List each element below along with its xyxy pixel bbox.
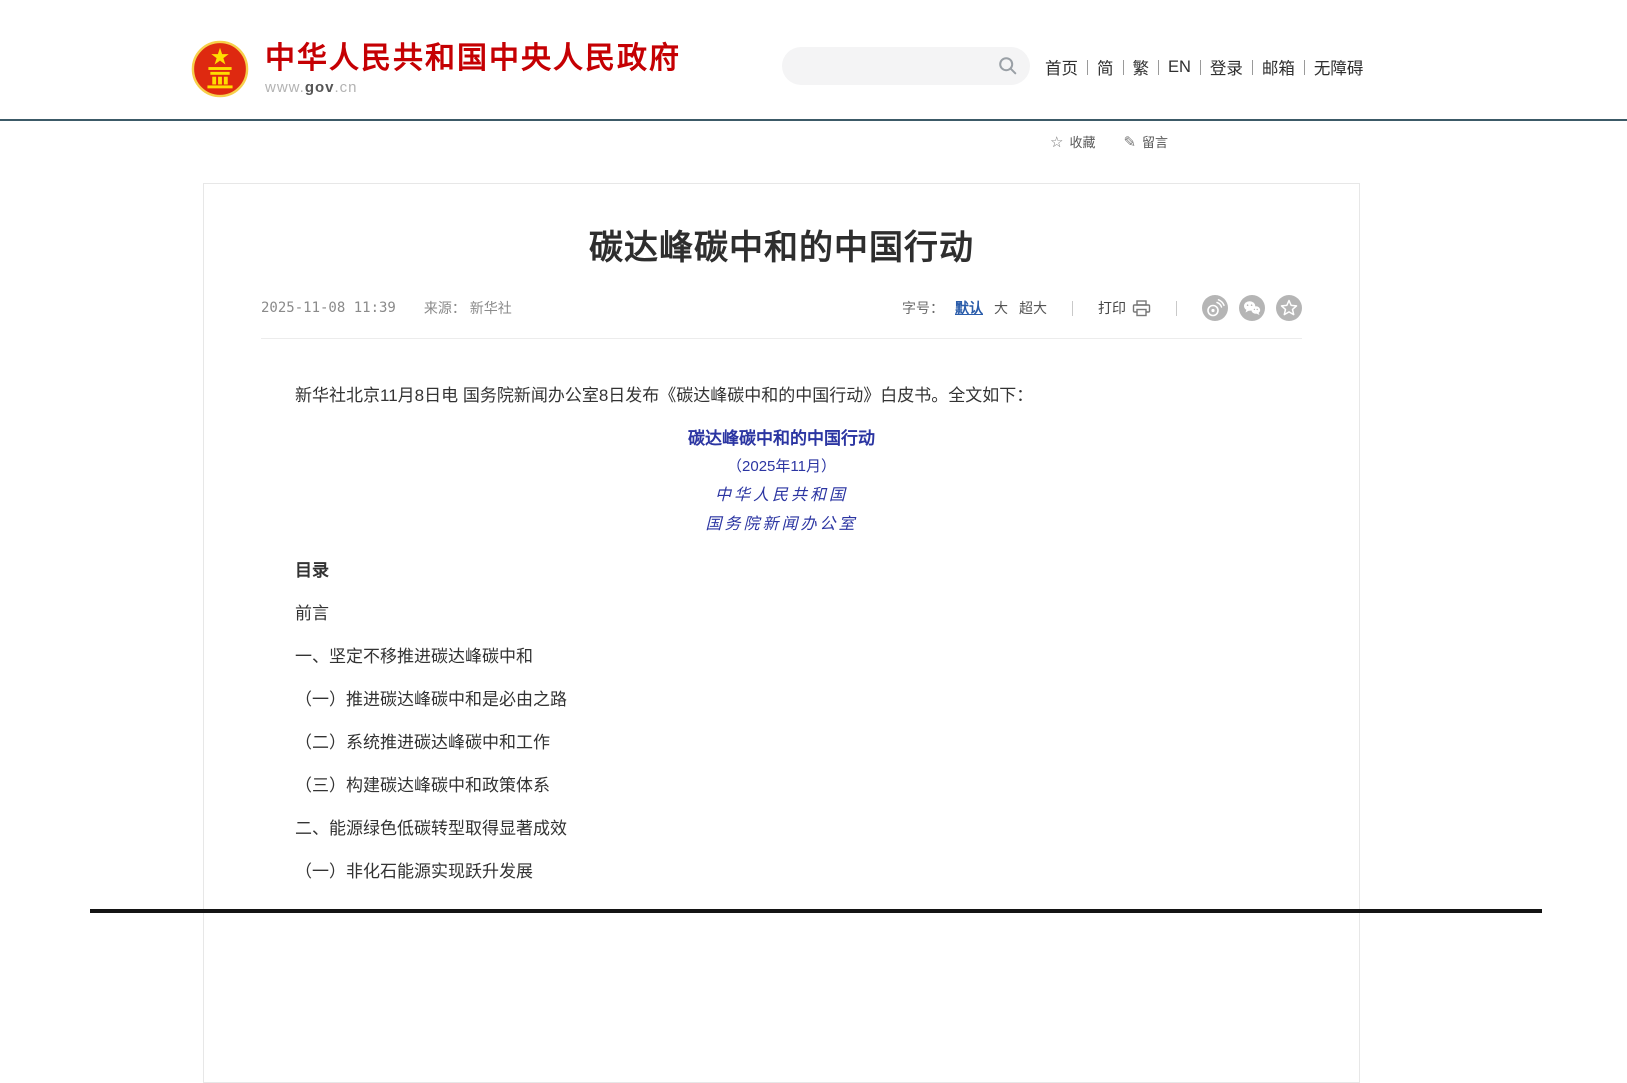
article-meta-right: 字号： 默认 大 超大 打印 xyxy=(902,295,1302,321)
publish-date: 2025-11-08 11:39 xyxy=(261,300,396,316)
print-button[interactable]: 打印 xyxy=(1098,298,1151,318)
nav-mail[interactable]: 邮箱 xyxy=(1262,55,1295,79)
font-size-label: 字号： xyxy=(902,298,944,318)
nav-separator xyxy=(1123,60,1124,75)
article-container: 碳达峰碳中和的中国行动 2025-11-08 11:39 来源： 新华社 字号：… xyxy=(203,183,1360,1083)
message-action[interactable]: ✎ 留言 xyxy=(1123,132,1168,151)
intro-paragraph: 新华社北京11月8日电 国务院新闻办公室8日发布《碳达峰碳中和的中国行动》白皮书… xyxy=(261,387,1302,404)
search-box[interactable] xyxy=(782,47,1030,85)
toc-item: 二、能源绿色低碳转型取得显著成效 xyxy=(261,820,1302,837)
national-emblem-icon xyxy=(191,40,249,98)
toc-title: 目录 xyxy=(261,562,1302,579)
nav-separator xyxy=(1304,60,1305,75)
nav-simplified[interactable]: 简 xyxy=(1097,55,1114,79)
printer-icon xyxy=(1132,300,1151,317)
nav-separator xyxy=(1087,60,1088,75)
toc-item: （一）非化石能源实现跃升发展 xyxy=(261,863,1302,880)
meta-separator xyxy=(1072,301,1073,316)
favorite-action[interactable]: ☆ 收藏 xyxy=(1050,132,1095,151)
toc-item: （三）构建碳达峰碳中和政策体系 xyxy=(261,777,1302,794)
search-input[interactable] xyxy=(800,57,998,76)
source: 来源： 新华社 xyxy=(424,298,512,318)
article-meta-left: 2025-11-08 11:39 来源： 新华社 xyxy=(261,298,512,318)
nav-separator xyxy=(1200,60,1201,75)
article-meta-row: 2025-11-08 11:39 来源： 新华社 字号： 默认 大 超大 打印 xyxy=(261,298,1302,318)
site-url: www.gov.cn xyxy=(265,79,681,96)
toc-item: 前言 xyxy=(261,605,1302,622)
site-title: 中华人民共和国中央人民政府 xyxy=(265,42,681,76)
search-icon[interactable] xyxy=(998,56,1018,76)
nav-separator xyxy=(1252,60,1253,75)
nav-separator xyxy=(1158,60,1159,75)
share-buttons xyxy=(1202,295,1302,321)
nav-accessibility[interactable]: 无障碍 xyxy=(1314,55,1364,79)
font-size-default[interactable]: 默认 xyxy=(955,298,983,318)
wechat-icon[interactable] xyxy=(1239,295,1265,321)
print-label: 打印 xyxy=(1098,298,1126,318)
doc-title: 碳达峰碳中和的中国行动 xyxy=(261,430,1302,447)
meta-separator xyxy=(1176,301,1177,316)
message-label: 留言 xyxy=(1142,132,1168,151)
nav-english[interactable]: EN xyxy=(1168,58,1191,77)
toc-item: 一、坚定不移推进碳达峰碳中和 xyxy=(261,648,1302,665)
top-nav: 首页 简 繁 EN 登录 邮箱 无障碍 xyxy=(1045,55,1363,79)
article-title: 碳达峰碳中和的中国行动 xyxy=(261,228,1302,268)
source-name: 新华社 xyxy=(470,300,512,316)
nav-traditional[interactable]: 繁 xyxy=(1133,55,1150,79)
font-size-xlarge[interactable]: 超大 xyxy=(1019,298,1047,318)
site-header: 中华人民共和国中央人民政府 www.gov.cn 首页 简 繁 EN 登录 邮箱… xyxy=(0,0,1627,119)
star-outline-icon: ☆ xyxy=(1050,133,1063,151)
star-icon[interactable] xyxy=(1276,295,1302,321)
article-body: 新华社北京11月8日电 国务院新闻办公室8日发布《碳达峰碳中和的中国行动》白皮书… xyxy=(261,387,1302,880)
font-size-large[interactable]: 大 xyxy=(994,298,1008,318)
weibo-icon[interactable] xyxy=(1202,295,1228,321)
doc-date: （2025年11月） xyxy=(261,459,1302,474)
header-divider-bar xyxy=(0,119,1627,121)
footer-top-edge xyxy=(90,909,1542,913)
toc-item: （一）推进碳达峰碳中和是必由之路 xyxy=(261,691,1302,708)
meta-divider xyxy=(261,338,1302,339)
nav-login[interactable]: 登录 xyxy=(1210,55,1243,79)
pencil-icon: ✎ xyxy=(1123,133,1136,151)
site-logo[interactable]: 中华人民共和国中央人民政府 www.gov.cn xyxy=(191,40,681,98)
toc-item: （二）系统推进碳达峰碳中和工作 xyxy=(261,734,1302,751)
doc-org-country: 中华人民共和国 xyxy=(261,487,1302,503)
nav-home[interactable]: 首页 xyxy=(1045,55,1078,79)
doc-org-office: 国务院新闻办公室 xyxy=(261,516,1302,532)
page-actions: ☆ 收藏 ✎ 留言 xyxy=(1050,132,1168,151)
favorite-label: 收藏 xyxy=(1069,132,1095,151)
